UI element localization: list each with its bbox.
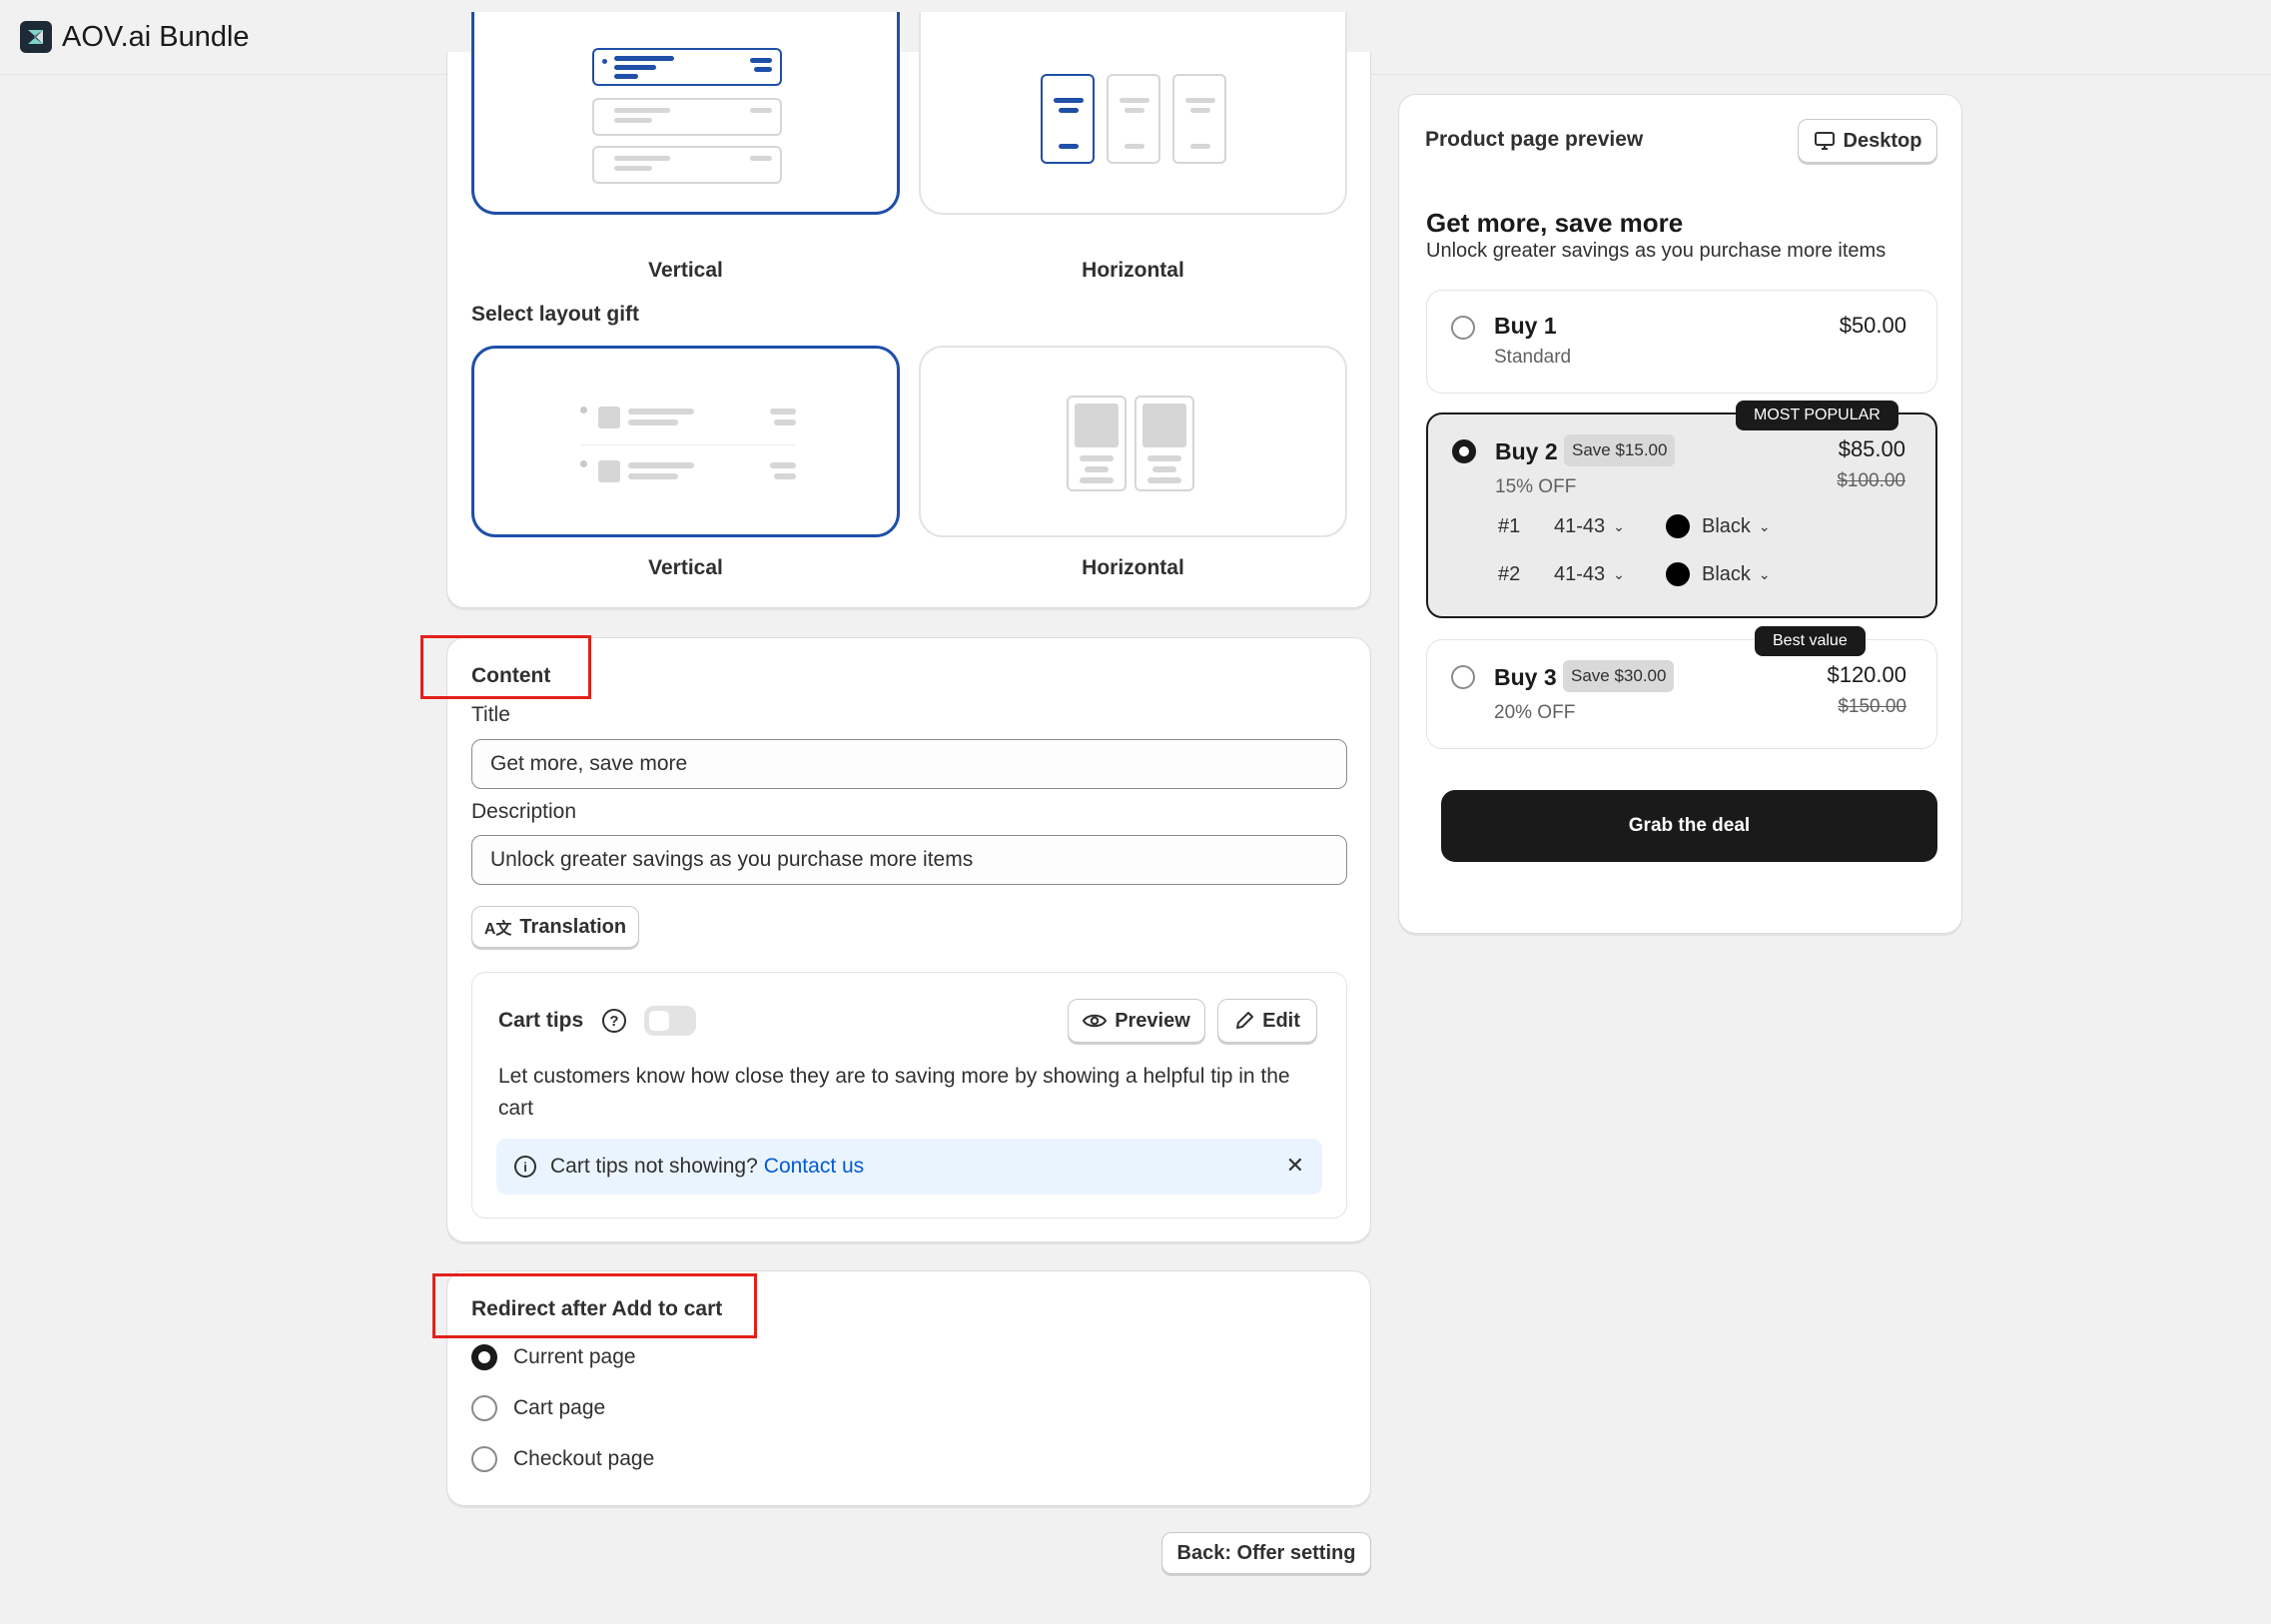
preview-button-label: Preview [1115,1009,1190,1032]
eye-icon [1083,1014,1108,1028]
preview-title: Get more, save more [1426,208,1684,238]
content-card: Content Title Get more, save more Descri… [446,637,1371,1242]
grab-the-deal-button[interactable]: Grab the deal [1441,790,1937,862]
gift-option-horizontal[interactable] [919,346,1347,537]
monitor-icon [1814,132,1835,150]
radio-indicator[interactable] [471,1446,497,1472]
chevron-down-icon: ⌄ [1613,517,1625,534]
edit-button-label: Edit [1262,1009,1300,1032]
tier-name: Buy 3 [1494,664,1557,690]
edit-button[interactable]: Edit [1217,999,1317,1043]
desktop-button-label: Desktop [1843,129,1922,152]
preview-heading: Product page preview [1425,128,1644,151]
description-input[interactable]: Unlock greater savings as you purchase m… [471,835,1347,885]
info-icon: i [514,1156,536,1178]
translation-button-label: Translation [519,915,627,938]
radio-current-page[interactable]: Current page [471,1344,636,1370]
tier-buy-2[interactable]: MOST POPULAR Buy 2 Save $15.00 15% OFF $… [1426,401,1937,618]
variant-index: #2 [1498,562,1521,585]
size-value: 41-43 [1554,562,1606,585]
cart-tips-heading: Cart tips [498,1009,584,1032]
tier-radio[interactable] [1452,439,1476,463]
tier-sub: Standard [1494,347,1572,368]
highlight-redirect-heading [432,1273,757,1338]
save-tag: Save $15.00 [1564,434,1676,466]
color-select[interactable]: Black ⌄ [1666,514,1771,538]
tier-buy-3[interactable]: Best value Buy 3 Save $30.00 20% OFF $12… [1426,626,1937,749]
product-page-preview-card: Product page preview Desktop Get more, s… [1398,94,1962,934]
gift-option-vertical-label: Vertical [648,556,723,579]
tier-price: $120.00 [1827,662,1906,687]
title-label: Title [471,703,510,726]
tier-price: $50.00 [1839,313,1906,338]
close-icon[interactable]: ✕ [1286,1153,1304,1179]
title-input[interactable]: Get more, save more [471,739,1347,789]
color-value: Black [1702,562,1751,585]
translation-button[interactable]: A文 Translation [471,906,639,948]
chevron-down-icon: ⌄ [1613,565,1625,582]
layout-option-horizontal-label: Horizontal [1082,259,1184,282]
tier-buy-1[interactable]: Buy 1 Standard $50.00 [1426,290,1937,394]
color-swatch [1666,562,1690,586]
tier-old-price: $100.00 [1837,470,1905,491]
toggle-knob [649,1011,669,1031]
tier-name: Buy 1 [1494,313,1557,339]
cart-tips-box: Cart tips ? Preview Edit Let customers k… [471,972,1347,1218]
gift-option-vertical[interactable] [471,346,900,537]
size-value: 41-43 [1554,514,1606,537]
variant-row-1: #1 41-43 ⌄ Black ⌄ [1498,514,1771,538]
back-offer-setting-button[interactable]: Back: Offer setting [1161,1532,1371,1574]
save-tag: Save $30.00 [1563,660,1675,692]
gift-layout-heading: Select layout gift [471,303,640,326]
contact-us-link[interactable]: Contact us [764,1155,864,1179]
gift-option-horizontal-label: Horizontal [1082,556,1184,579]
radio-label: Cart page [513,1396,606,1419]
tier-name: Buy 2 [1495,438,1558,464]
color-swatch [1666,514,1690,538]
size-select[interactable]: 41-43 ⌄ [1554,563,1666,586]
tier-sub: 20% OFF [1494,702,1576,723]
chevron-down-icon: ⌄ [1758,565,1771,582]
radio-indicator[interactable] [471,1395,497,1421]
aov-logo-icon [20,21,52,53]
translate-icon: A文 [483,921,512,938]
radio-checkout-page[interactable]: Checkout page [471,1446,654,1472]
pencil-icon [1236,1012,1254,1029]
cart-tips-description: Let customers know how close they are to… [498,1065,1290,1120]
description-label: Description [471,800,577,823]
tier-radio[interactable] [1451,316,1475,340]
size-select[interactable]: 41-43 ⌄ [1554,515,1666,538]
tier-price: $85.00 [1838,436,1905,461]
layout-card: Vertical Horizontal Select layout gift V… [446,12,1371,608]
radio-cart-page[interactable]: Cart page [471,1395,605,1421]
layout-option-vertical-label: Vertical [648,259,723,282]
color-select[interactable]: Black ⌄ [1666,562,1771,586]
radio-indicator[interactable] [471,1344,497,1370]
radio-label: Checkout page [513,1447,655,1470]
tier-sub: 15% OFF [1495,476,1577,497]
banner-text: Cart tips not showing? [550,1155,758,1178]
layout-option-vertical[interactable] [471,12,900,215]
tier-old-price: $150.00 [1838,696,1906,717]
best-value-badge: Best value [1755,626,1866,656]
desktop-device-button[interactable]: Desktop [1798,119,1937,163]
tier-radio[interactable] [1451,665,1475,689]
highlight-content-heading [420,635,591,699]
preview-subtitle: Unlock greater savings as you purchase m… [1426,240,1887,262]
cart-tips-info-banner: i Cart tips not showing? Contact us ✕ [496,1139,1322,1195]
variant-row-2: #2 41-43 ⌄ Black ⌄ [1498,562,1771,586]
app-title: AOV.ai Bundle [62,20,250,53]
cart-tips-toggle[interactable] [644,1006,696,1036]
help-circle-icon[interactable]: ? [602,1009,626,1033]
most-popular-badge: MOST POPULAR [1736,401,1898,430]
layout-option-horizontal[interactable] [919,12,1347,215]
color-value: Black [1702,514,1751,537]
variant-index: #1 [1498,514,1521,537]
chevron-down-icon: ⌄ [1758,517,1771,534]
preview-button[interactable]: Preview [1068,999,1205,1043]
radio-label: Current page [513,1345,636,1368]
